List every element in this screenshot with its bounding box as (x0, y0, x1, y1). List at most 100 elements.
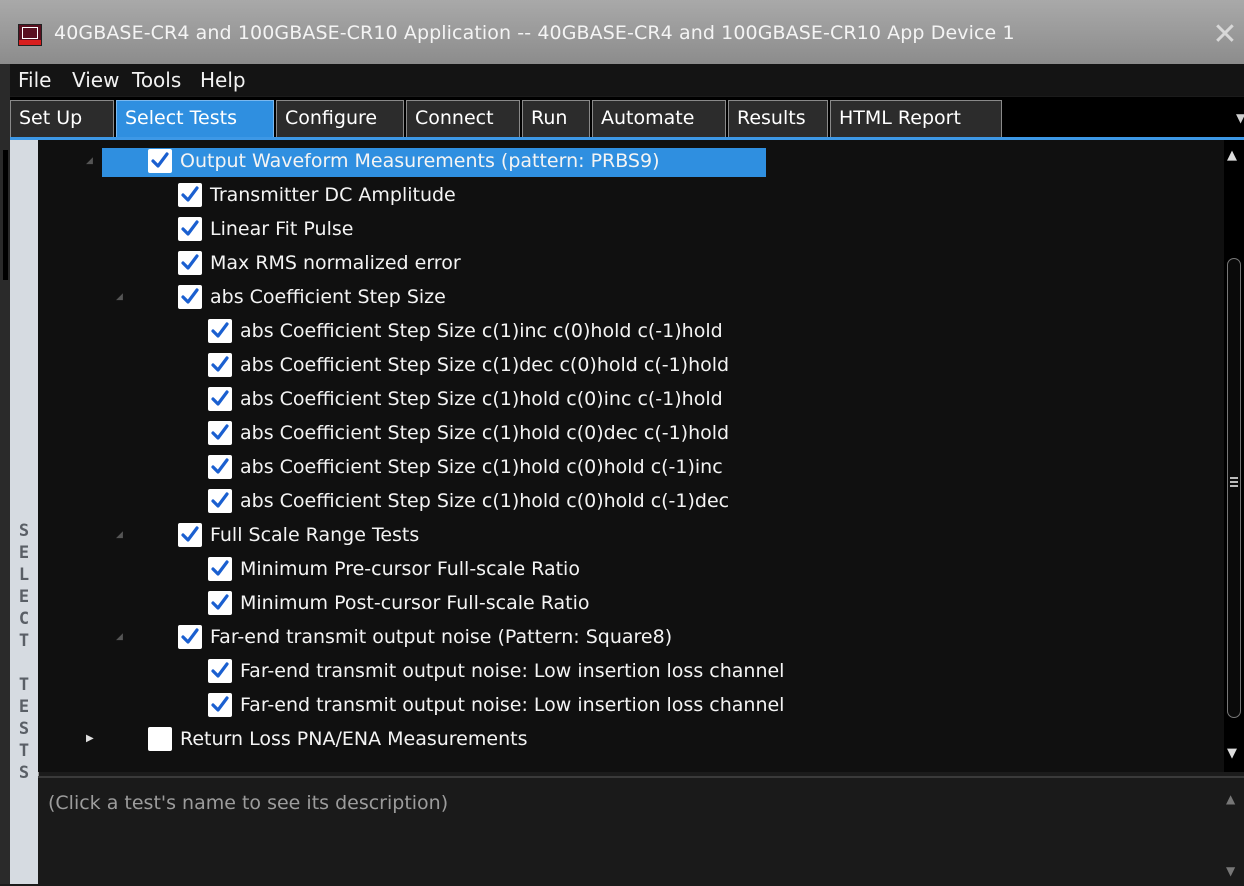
checkbox-checked[interactable] (208, 353, 232, 377)
test-label[interactable]: abs Coefficient Step Size c(1)dec c(0)ho… (240, 348, 729, 382)
checkmark-icon (211, 356, 229, 372)
tree-row[interactable]: abs Coefficient Step Size c(1)inc c(0)ho… (38, 314, 1224, 348)
test-label[interactable]: Return Loss PNA/ENA Measurements (180, 722, 527, 756)
checkmark-icon (151, 152, 169, 168)
tab-run[interactable]: Run (522, 100, 590, 137)
scrollbar-thumb[interactable] (1227, 258, 1241, 718)
menu-view[interactable]: View (72, 68, 119, 92)
test-label[interactable]: abs Coefficient Step Size c(1)hold c(0)h… (240, 450, 723, 484)
tree-row[interactable]: ◢ Far-end transmit output noise (Pattern:… (38, 620, 1224, 654)
tab-automate[interactable]: Automate (592, 100, 726, 137)
test-label[interactable]: Far-end transmit output noise: Low inser… (240, 654, 784, 688)
tree-row[interactable]: Transmitter DC Amplitude (38, 178, 1224, 212)
checkmark-icon (211, 560, 229, 576)
side-label-text: SELECT TESTS (18, 521, 30, 783)
checkbox-checked[interactable] (208, 489, 232, 513)
close-icon[interactable]: ✕ (1210, 20, 1240, 50)
checkmark-icon (211, 594, 229, 610)
title-bar: 40GBASE-CR4 and 100GBASE-CR10 Applicatio… (0, 0, 1244, 64)
side-panel-label[interactable]: SELECT TESTS (10, 140, 39, 884)
tree-row[interactable]: abs Coefficient Step Size c(1)dec c(0)ho… (38, 348, 1224, 382)
checkmark-icon (181, 186, 199, 202)
checkbox-checked[interactable] (178, 217, 202, 241)
description-panel: (Click a test's name to see its descript… (38, 776, 1244, 886)
triangle-expander-icon[interactable]: ◢ (116, 280, 123, 314)
tree-row[interactable]: abs Coefficient Step Size c(1)hold c(0)h… (38, 484, 1224, 518)
test-label[interactable]: abs Coefficient Step Size c(1)hold c(0)h… (240, 484, 729, 518)
tree-row[interactable]: Far-end transmit output noise: Low inser… (38, 654, 1224, 688)
checkmark-icon (181, 220, 199, 236)
tree-row[interactable]: Far-end transmit output noise: Low inser… (38, 688, 1224, 722)
test-label[interactable]: abs Coefficient Step Size c(1)hold c(0)i… (240, 382, 723, 416)
test-label[interactable]: Transmitter DC Amplitude (210, 178, 456, 212)
checkbox-checked[interactable] (208, 455, 232, 479)
checkbox-checked[interactable] (208, 421, 232, 445)
test-label[interactable]: abs Coefficient Step Size c(1)inc c(0)ho… (240, 314, 723, 348)
tab-connect[interactable]: Connect (406, 100, 520, 137)
test-label[interactable]: Max RMS normalized error (210, 246, 461, 280)
checkbox-checked[interactable] (208, 591, 232, 615)
tab-select-tests[interactable]: Select Tests (116, 100, 274, 137)
checkbox-checked[interactable] (148, 149, 172, 173)
tree-row[interactable]: Linear Fit Pulse (38, 212, 1224, 246)
description-scroll-down-icon[interactable]: ▼ (1226, 864, 1235, 878)
checkbox-unchecked[interactable] (148, 727, 172, 751)
scroll-up-icon[interactable]: ▲ (1227, 148, 1237, 163)
checkbox-checked[interactable] (178, 523, 202, 547)
tab-html-report[interactable]: HTML Report (830, 100, 1002, 137)
tab-configure[interactable]: Configure (276, 100, 404, 137)
tab-results[interactable]: Results (728, 100, 828, 137)
scroll-down-icon[interactable]: ▼ (1227, 746, 1237, 761)
checkmark-icon (181, 254, 199, 270)
triangle-expander-icon[interactable]: ▶ (86, 722, 94, 756)
checkbox-checked[interactable] (178, 183, 202, 207)
tab-overflow-icon[interactable]: ▼ (1236, 111, 1244, 125)
tree-row[interactable]: Max RMS normalized error (38, 246, 1224, 280)
checkbox-checked[interactable] (178, 285, 202, 309)
tab-bar: Set Up Select Tests Configure Connect Ru… (10, 97, 1244, 140)
test-label[interactable]: Output Waveform Measurements (pattern: P… (180, 144, 660, 178)
tree-row[interactable]: abs Coefficient Step Size c(1)hold c(0)d… (38, 416, 1224, 450)
tree-row[interactable]: ◢ Full Scale Range Tests (38, 518, 1224, 552)
window-title: 40GBASE-CR4 and 100GBASE-CR10 Applicatio… (54, 22, 1015, 44)
test-label[interactable]: Full Scale Range Tests (210, 518, 419, 552)
test-label[interactable]: abs Coefficient Step Size c(1)hold c(0)d… (240, 416, 729, 450)
description-text: (Click a test's name to see its descript… (48, 792, 449, 814)
test-label[interactable]: Far-end transmit output noise (Pattern: … (210, 620, 672, 654)
window-left-edge (0, 64, 10, 884)
triangle-expander-icon[interactable]: ◢ (116, 518, 123, 552)
test-label[interactable]: Linear Fit Pulse (210, 212, 353, 246)
checkmark-icon (211, 390, 229, 406)
test-label[interactable]: Minimum Post-cursor Full-scale Ratio (240, 586, 590, 620)
checkbox-checked[interactable] (208, 387, 232, 411)
menu-tools[interactable]: Tools (132, 68, 181, 92)
checkmark-icon (211, 322, 229, 338)
checkmark-icon (211, 662, 229, 678)
description-scroll-up-icon[interactable]: ▲ (1226, 792, 1235, 806)
menu-help[interactable]: Help (200, 68, 246, 92)
checkbox-checked[interactable] (178, 625, 202, 649)
tree-row[interactable]: Minimum Post-cursor Full-scale Ratio (38, 586, 1224, 620)
tree-scrollbar[interactable]: ▲ ▼ (1224, 140, 1244, 772)
triangle-expander-icon[interactable]: ◢ (116, 620, 123, 654)
tree-row[interactable]: ◢ Output Waveform Measurements (pattern: … (38, 144, 1224, 178)
tree-row[interactable]: abs Coefficient Step Size c(1)hold c(0)i… (38, 382, 1224, 416)
test-label[interactable]: abs Coefficient Step Size (210, 280, 446, 314)
checkbox-checked[interactable] (178, 251, 202, 275)
app-logo-icon (18, 24, 42, 46)
checkmark-icon (211, 696, 229, 712)
tree-row[interactable]: ◢ abs Coefficient Step Size (38, 280, 1224, 314)
checkmark-icon (181, 628, 199, 644)
menu-file[interactable]: File (18, 68, 51, 92)
test-label[interactable]: Minimum Pre-cursor Full-scale Ratio (240, 552, 580, 586)
checkbox-checked[interactable] (208, 557, 232, 581)
checkbox-checked[interactable] (208, 319, 232, 343)
tree-row[interactable]: Minimum Pre-cursor Full-scale Ratio (38, 552, 1224, 586)
checkbox-checked[interactable] (208, 693, 232, 717)
tree-row[interactable]: abs Coefficient Step Size c(1)hold c(0)h… (38, 450, 1224, 484)
triangle-expander-icon[interactable]: ◢ (86, 144, 93, 178)
test-label[interactable]: Far-end transmit output noise: Low inser… (240, 688, 784, 722)
checkbox-checked[interactable] (208, 659, 232, 683)
tree-row[interactable]: ▶ Return Loss PNA/ENA Measurements (38, 722, 1224, 756)
tab-set-up[interactable]: Set Up (10, 100, 114, 137)
